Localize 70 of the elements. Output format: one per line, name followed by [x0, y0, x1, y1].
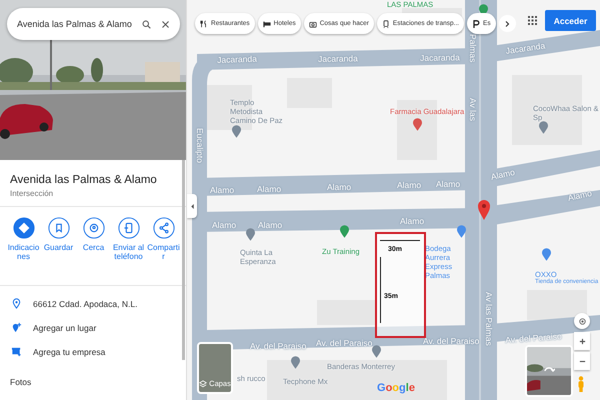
location-pin-icon [478, 199, 490, 221]
store-icon [11, 346, 22, 357]
map-pin-icon[interactable] [457, 225, 466, 238]
collapse-panel-button[interactable] [187, 194, 197, 218]
street-label: Av. del Paraiso [423, 336, 480, 346]
street-label: Eucalipto [195, 128, 205, 163]
map-pin-icon[interactable] [542, 248, 551, 261]
plus-icon [578, 338, 586, 344]
street-label: Av las Palmas [484, 292, 494, 346]
search-value: Avenida las Palmas & Alamo [17, 19, 132, 29]
place-title: Avenida las Palmas & Alamo [10, 174, 158, 186]
street-view-thumbnail[interactable] [525, 345, 573, 397]
map-pin-icon[interactable] [246, 228, 255, 241]
map-pin-icon[interactable] [291, 356, 300, 369]
street-label: Alamo [257, 184, 282, 194]
category-icon [382, 20, 390, 28]
street-label: Alamo [258, 220, 282, 230]
street-label: Av. del Paraiso [250, 341, 306, 351]
street-label: Alamo [400, 216, 424, 226]
street-label: Palmas [468, 34, 478, 62]
street-label: Alamo [210, 185, 234, 195]
measure-line [380, 240, 420, 241]
sign-in-button[interactable]: Acceder [545, 10, 596, 31]
category-icon [262, 20, 271, 28]
street-label: Alamo [397, 180, 422, 190]
street-label: Jacaranda [318, 53, 358, 64]
link-text[interactable]: Agrega tu empresa [33, 346, 106, 356]
street-label: Alamo [436, 179, 460, 189]
place-type: Intersección [10, 189, 54, 198]
apps-grid-icon[interactable] [528, 16, 537, 25]
action-button[interactable]: Guardar [41, 217, 76, 279]
street-label: Alamo [327, 182, 352, 192]
add-pin-icon [11, 322, 22, 333]
link-text[interactable]: Agregar un lugar [33, 322, 96, 332]
pegman-icon[interactable] [577, 376, 585, 392]
map-pin-icon[interactable] [340, 225, 349, 238]
street-label: Jacaranda [420, 52, 460, 63]
search-field[interactable]: Avenida las Palmas & Alamo [7, 8, 180, 40]
action-button[interactable]: Cerca [76, 217, 111, 279]
measure-line [380, 257, 381, 323]
street-label: Av. del Paraiso [505, 331, 562, 345]
location-pin-icon [11, 298, 22, 309]
category-icon [308, 20, 317, 28]
map-pin-icon[interactable] [232, 125, 241, 138]
section-heading: Fotos [9, 376, 32, 387]
close-icon[interactable] [160, 18, 170, 30]
zoom-in-button[interactable] [574, 332, 590, 350]
map-pin-icon[interactable] [372, 345, 381, 358]
category-icon [472, 20, 480, 28]
caret-left-icon [190, 202, 194, 210]
street-label: Alamo [212, 220, 236, 230]
search-icon[interactable] [142, 18, 151, 30]
map-pin-icon[interactable] [539, 121, 548, 134]
street-label: Av. del Paraiso [316, 338, 372, 348]
address-text: 66612 Cdad. Apodaca, N.L. [33, 298, 138, 308]
layers-icon [199, 380, 208, 388]
map-pin-icon[interactable] [413, 118, 422, 131]
google-logo: Google [377, 382, 415, 394]
chevron-right-icon [503, 20, 512, 28]
street-label: Jacaranda [505, 40, 546, 56]
street-label: Alamo [490, 167, 516, 182]
scrollbar[interactable] [182, 160, 185, 360]
street-label: Av las [468, 98, 478, 121]
action-button[interactable]: Enviar al teléfono [111, 217, 146, 279]
category-icon [200, 20, 208, 28]
my-location-icon [578, 316, 586, 326]
action-button[interactable]: Indicaciones [6, 217, 41, 279]
street-label: Jacaranda [217, 54, 258, 65]
action-button[interactable]: Compartir [146, 217, 181, 279]
street-label: Alamo [567, 188, 593, 203]
